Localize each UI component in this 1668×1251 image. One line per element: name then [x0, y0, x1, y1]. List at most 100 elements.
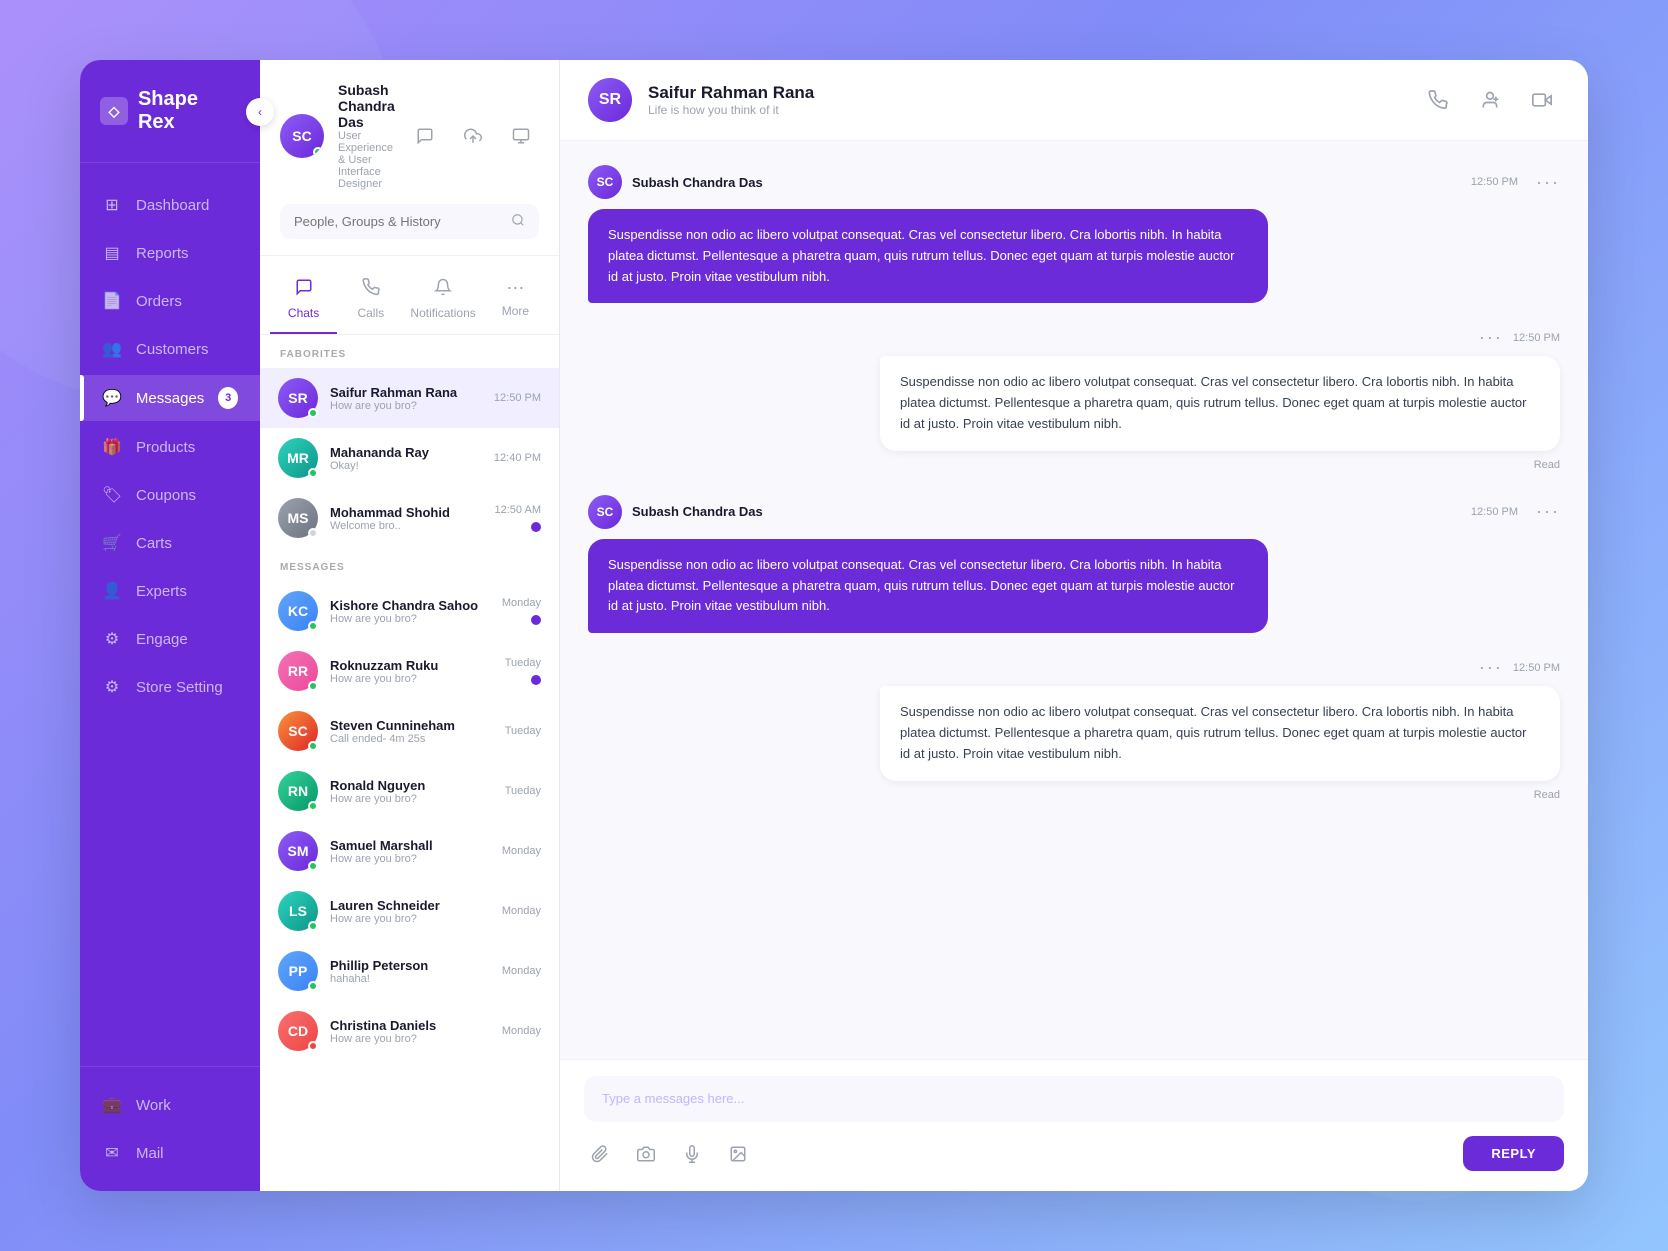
- sidebar-item-coupons[interactable]: 🏷 Coupons: [80, 473, 260, 517]
- contact-time: Tueday: [505, 785, 541, 797]
- contact-info: Roknuzzam Ruku How are you bro?: [330, 658, 493, 685]
- monitor-icon-btn[interactable]: [505, 120, 537, 152]
- upload-icon-btn[interactable]: [457, 120, 489, 152]
- sidebar-collapse-button[interactable]: ‹: [246, 98, 274, 126]
- tab-chats[interactable]: Chats: [270, 270, 337, 334]
- chats-tab-icon: [295, 278, 313, 301]
- chat-icon-btn[interactable]: [409, 120, 441, 152]
- contact-item-roknuzzam[interactable]: RR Roknuzzam Ruku How are you bro? Tueda…: [260, 641, 559, 701]
- sidebar-item-engage[interactable]: ⚙ Engage: [80, 617, 260, 661]
- sidebar-item-store-setting[interactable]: ⚙ Store Setting: [80, 665, 260, 709]
- current-user-title: User Experience & User Interface Designe…: [338, 130, 395, 190]
- contact-preview: How are you bro?: [330, 400, 482, 412]
- attachment-button[interactable]: [584, 1138, 616, 1170]
- video-call-button[interactable]: [1524, 82, 1560, 118]
- mail-icon: ✉: [102, 1143, 122, 1163]
- favorite-item-mohammad[interactable]: MS Mohammad Shohid Welcome bro.. 12:50 A…: [260, 488, 559, 548]
- contact-avatar: MR: [278, 438, 318, 478]
- contact-info: Samuel Marshall How are you bro?: [330, 838, 490, 865]
- contact-preview: How are you bro?: [330, 793, 493, 805]
- sidebar-item-label: Customers: [136, 341, 209, 358]
- reply-time: 12:50 PM: [1513, 332, 1560, 344]
- sidebar-item-dashboard[interactable]: ⊞ Dashboard: [80, 183, 260, 227]
- chat-header-avatar-initials: SR: [588, 78, 632, 122]
- contact-item-ronald[interactable]: RN Ronald Nguyen How are you bro? Tueday: [260, 761, 559, 821]
- sidebar-item-customers[interactable]: 👥 Customers: [80, 327, 260, 371]
- contact-info: Mohammad Shohid Welcome bro..: [330, 505, 483, 532]
- contact-item-kishore[interactable]: KC Kishore Chandra Sahoo How are you bro…: [260, 581, 559, 641]
- products-icon: 🎁: [102, 437, 122, 457]
- sidebar-item-label: Engage: [136, 631, 188, 648]
- sidebar-item-reports[interactable]: ▤ Reports: [80, 231, 260, 275]
- contact-avatar: PP: [278, 951, 318, 991]
- sidebar-item-carts[interactable]: 🛒 Carts: [80, 521, 260, 565]
- middle-header: SC Subash Chandra Das User Experience & …: [260, 60, 559, 256]
- sidebar-item-label: Orders: [136, 293, 182, 310]
- experts-icon: 👤: [102, 581, 122, 601]
- chats-tab-label: Chats: [288, 306, 319, 320]
- msg-options-btn-2[interactable]: ···: [1536, 501, 1560, 522]
- msg-sender-avatar-2: SC: [588, 495, 622, 529]
- contact-time: Tueday: [505, 725, 541, 737]
- contact-time: Monday: [502, 845, 541, 857]
- contact-item-phillip[interactable]: PP Phillip Peterson hahaha! Monday: [260, 941, 559, 1001]
- dashboard-icon: ⊞: [102, 195, 122, 215]
- contact-item-lauren[interactable]: LS Lauren Schneider How are you bro? Mon…: [260, 881, 559, 941]
- contact-info: Mahananda Ray Okay!: [330, 445, 482, 472]
- message-group-2: SC Subash Chandra Das 12:50 PM ··· Suspe…: [588, 495, 1560, 633]
- sidebar-item-work[interactable]: 💼 Work: [80, 1083, 260, 1127]
- msg-bubble-sent: Suspendisse non odio ac libero volutpat …: [588, 209, 1268, 303]
- chat-header-avatar: SR: [588, 78, 632, 122]
- msg-group-header-2: SC Subash Chandra Das 12:50 PM ···: [588, 495, 1560, 529]
- sidebar-item-products[interactable]: 🎁 Products: [80, 425, 260, 469]
- sidebar-item-messages[interactable]: 💬 Messages 3: [80, 375, 260, 421]
- contact-list: FABORITES SR Saifur Rahman Rana How are …: [260, 335, 559, 1191]
- image-button[interactable]: [722, 1138, 754, 1170]
- contact-time: 12:50 PM: [494, 392, 541, 404]
- reply-time-2: 12:50 PM: [1513, 662, 1560, 674]
- notifications-tab-label: Notifications: [410, 306, 475, 320]
- sidebar-item-mail[interactable]: ✉ Mail: [80, 1131, 260, 1175]
- chat-header-status: Life is how you think of it: [648, 103, 814, 117]
- msg-options-btn[interactable]: ···: [1536, 172, 1560, 193]
- msg-bubble-received-2: Suspendisse non odio ac libero volutpat …: [880, 686, 1560, 780]
- contact-item-steven[interactable]: SC Steven Cunnineham Call ended- 4m 25s …: [260, 701, 559, 761]
- favorite-item-mahananda[interactable]: MR Mahananda Ray Okay! 12:40 PM: [260, 428, 559, 488]
- unread-dot: [531, 675, 541, 685]
- chat-header-actions: [1420, 82, 1560, 118]
- search-input[interactable]: [294, 214, 501, 229]
- reply-header-1: ··· 12:50 PM: [588, 327, 1560, 348]
- contact-meta: Monday: [502, 1025, 541, 1037]
- input-toolbar: REPLY: [584, 1136, 1564, 1171]
- reply-dots: ···: [1479, 327, 1503, 348]
- contact-item-samuel[interactable]: SM Samuel Marshall How are you bro? Mond…: [260, 821, 559, 881]
- tab-more[interactable]: ⋯ More: [482, 270, 549, 334]
- tab-calls[interactable]: Calls: [337, 270, 404, 334]
- messages-badge: 3: [218, 387, 238, 409]
- engage-icon: ⚙: [102, 629, 122, 649]
- app-logo: ◇ Shape Rex: [80, 60, 260, 163]
- add-user-button[interactable]: [1472, 82, 1508, 118]
- contact-info: Saifur Rahman Rana How are you bro?: [330, 385, 482, 412]
- tab-notifications[interactable]: Notifications: [404, 270, 481, 334]
- msg-group-header: SC Subash Chandra Das 12:50 PM ···: [588, 165, 1560, 199]
- sidebar-item-orders[interactable]: 📄 Orders: [80, 279, 260, 323]
- voice-call-button[interactable]: [1420, 82, 1456, 118]
- contact-avatar: LS: [278, 891, 318, 931]
- reply-button[interactable]: REPLY: [1463, 1136, 1564, 1171]
- logo-icon: ◇: [100, 97, 128, 125]
- contact-avatar: SC: [278, 711, 318, 751]
- sidebar-item-experts[interactable]: 👤 Experts: [80, 569, 260, 613]
- customers-icon: 👥: [102, 339, 122, 359]
- camera-button[interactable]: [630, 1138, 662, 1170]
- microphone-button[interactable]: [676, 1138, 708, 1170]
- search-icon[interactable]: [511, 213, 525, 230]
- sidebar-item-label: Carts: [136, 535, 172, 552]
- msg-sender-name: Subash Chandra Das: [632, 175, 763, 190]
- contact-meta: 12:40 PM: [494, 452, 541, 464]
- message-input[interactable]: [602, 1091, 1546, 1106]
- sidebar-item-label: Coupons: [136, 487, 196, 504]
- contact-item-christina[interactable]: CD Christina Daniels How are you bro? Mo…: [260, 1001, 559, 1061]
- favorite-item-saifur[interactable]: SR Saifur Rahman Rana How are you bro? 1…: [260, 368, 559, 428]
- contact-time: Monday: [502, 965, 541, 977]
